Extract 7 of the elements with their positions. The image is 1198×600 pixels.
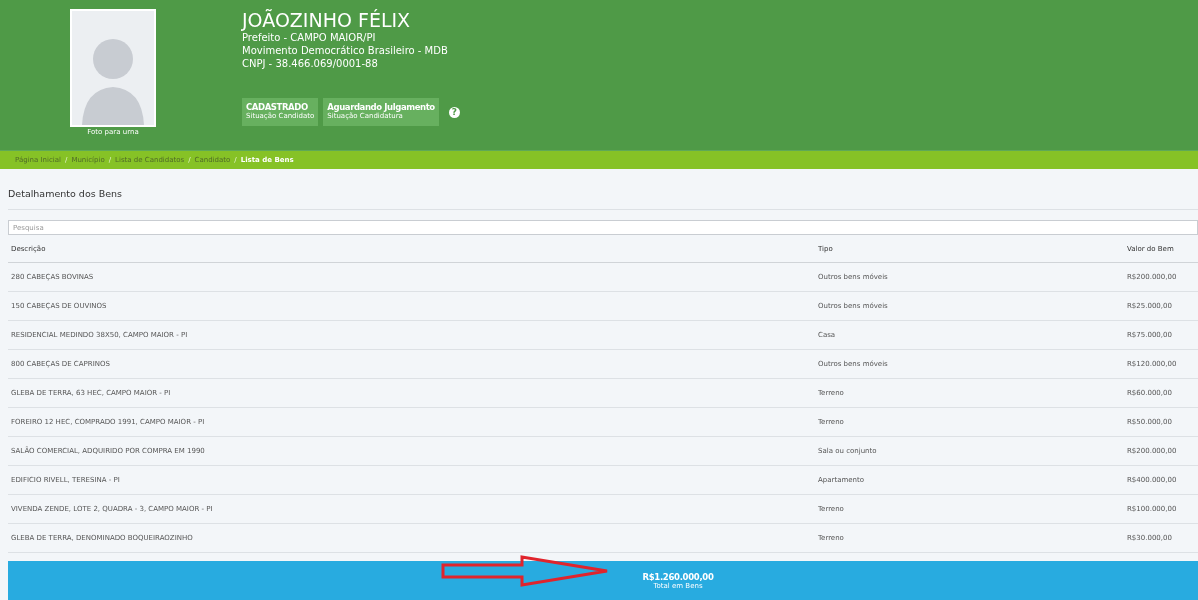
candidate-detail: CNPJ - 38.466.069/0001-88: [242, 57, 379, 70]
total-value: R$1.260.000,00: [642, 572, 714, 582]
candidate-detail: Prefeito - CAMPO MAIOR/PI: [242, 31, 377, 44]
help-icon[interactable]: ?: [448, 106, 460, 118]
candidate-name: JOÃOZINHO FÉLIX: [242, 9, 412, 31]
section-title: Detalhamento dos Bens: [8, 188, 1198, 210]
candidate-detail: Movimento Democrático Brasileiro - MDB: [242, 44, 449, 57]
